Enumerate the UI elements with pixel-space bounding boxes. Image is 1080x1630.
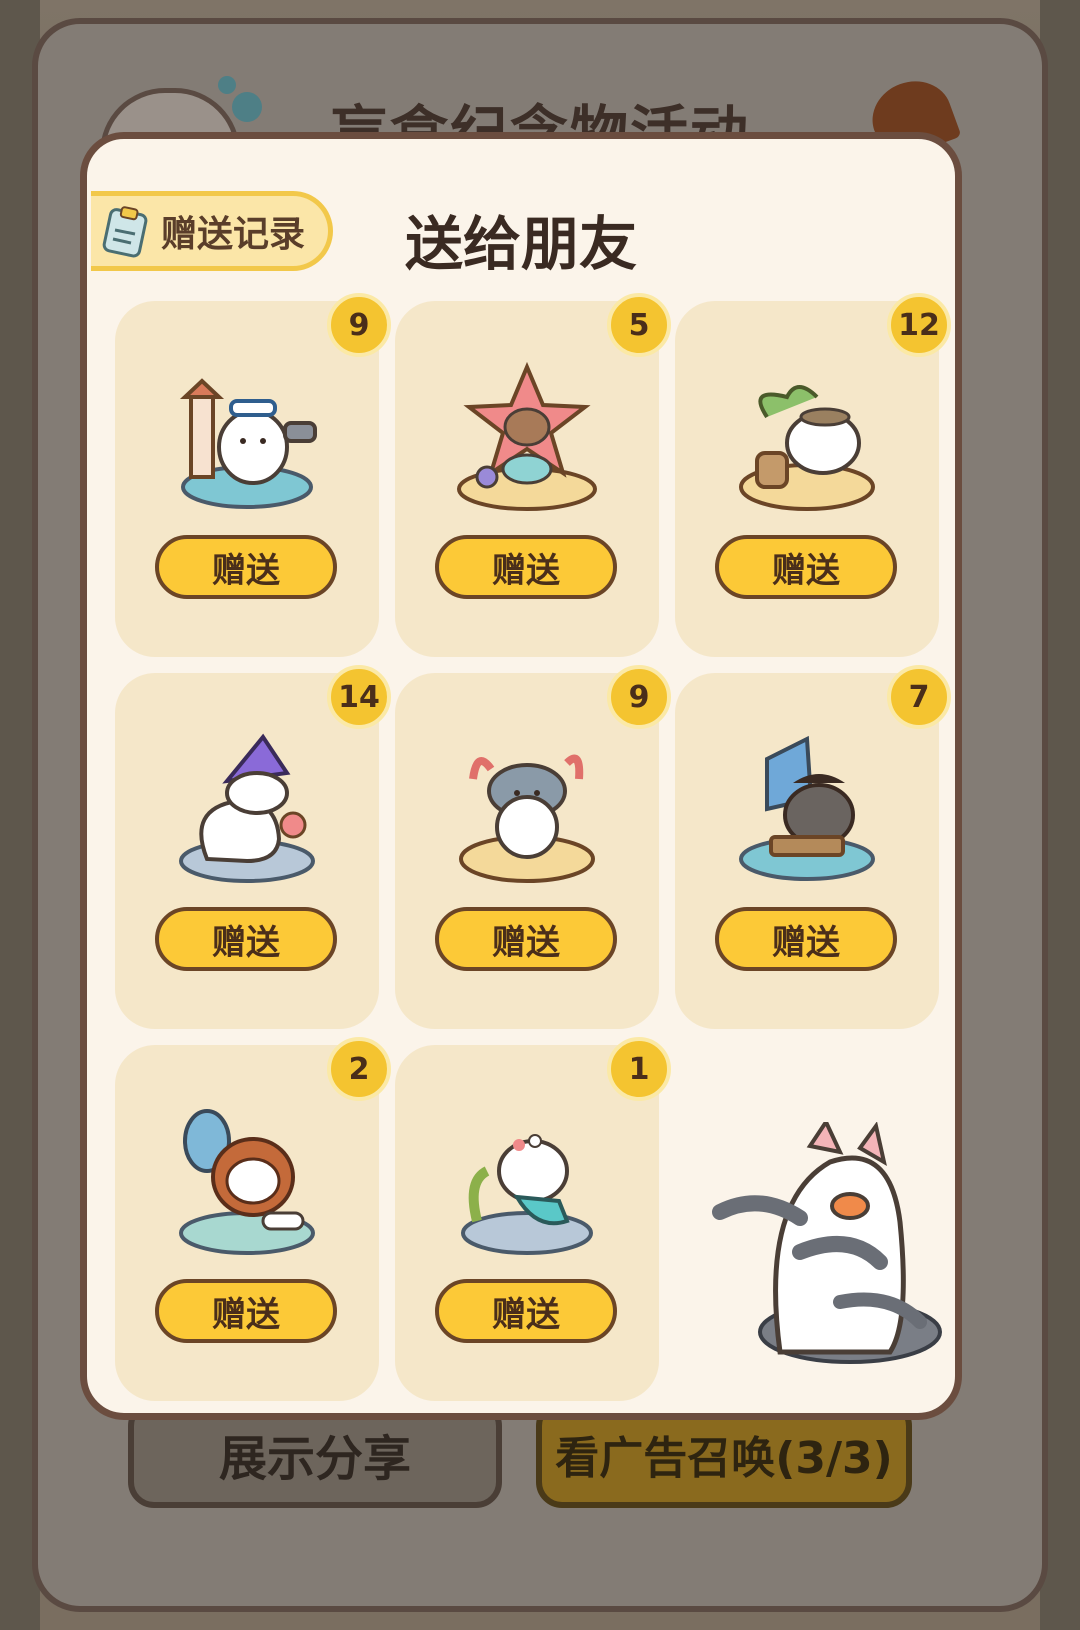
gift-button[interactable]: 赠送 (155, 907, 337, 971)
count-badge: 9 (607, 665, 671, 729)
count-badge: 9 (327, 293, 391, 357)
pirate-raccoon-icon (739, 735, 875, 881)
sailor-cat-lighthouse-icon (179, 378, 317, 509)
gift-button[interactable]: 赠送 (155, 1279, 337, 1343)
count-badge: 2 (327, 1037, 391, 1101)
count-badge: 5 (607, 293, 671, 357)
gift-button[interactable]: 赠送 (715, 907, 897, 971)
wizard-cat-shell-icon (179, 733, 315, 883)
gift-button[interactable]: 赠送 (715, 535, 897, 599)
gift-button[interactable]: 赠送 (155, 535, 337, 599)
starfish-cat-icon (457, 361, 597, 511)
gift-button[interactable]: 赠送 (435, 907, 617, 971)
gift-button[interactable]: 赠送 (435, 1279, 617, 1343)
count-badge: 1 (607, 1037, 671, 1101)
island-palm-cat-icon (739, 385, 875, 511)
dialog-title: 送给朋友 (404, 210, 637, 278)
count-badge: 14 (327, 665, 391, 729)
gift-button[interactable]: 赠送 (435, 535, 617, 599)
mermaid-cat-icon (461, 1134, 593, 1255)
souvenir-card: 赠送 9 (395, 665, 671, 1029)
bubble-decoration (218, 76, 236, 94)
count-badge: 7 (887, 665, 951, 729)
crab-costume-cat-icon (179, 1109, 315, 1255)
souvenir-card: 赠送 2 (115, 1037, 391, 1401)
souvenir-card: 赠送 12 (675, 293, 951, 657)
duck-with-fish-mascot (712, 1122, 942, 1364)
souvenir-card: 赠送 5 (395, 293, 671, 657)
souvenir-card: 赠送 14 (115, 665, 391, 1029)
souvenir-card: 赠送 1 (395, 1037, 671, 1401)
shark-hat-cat-icon (459, 754, 595, 883)
souvenir-card: 赠送 9 (115, 293, 391, 657)
count-badge: 12 (887, 293, 951, 357)
bubble-decoration (232, 92, 262, 122)
souvenir-card: 赠送 7 (675, 665, 951, 1029)
